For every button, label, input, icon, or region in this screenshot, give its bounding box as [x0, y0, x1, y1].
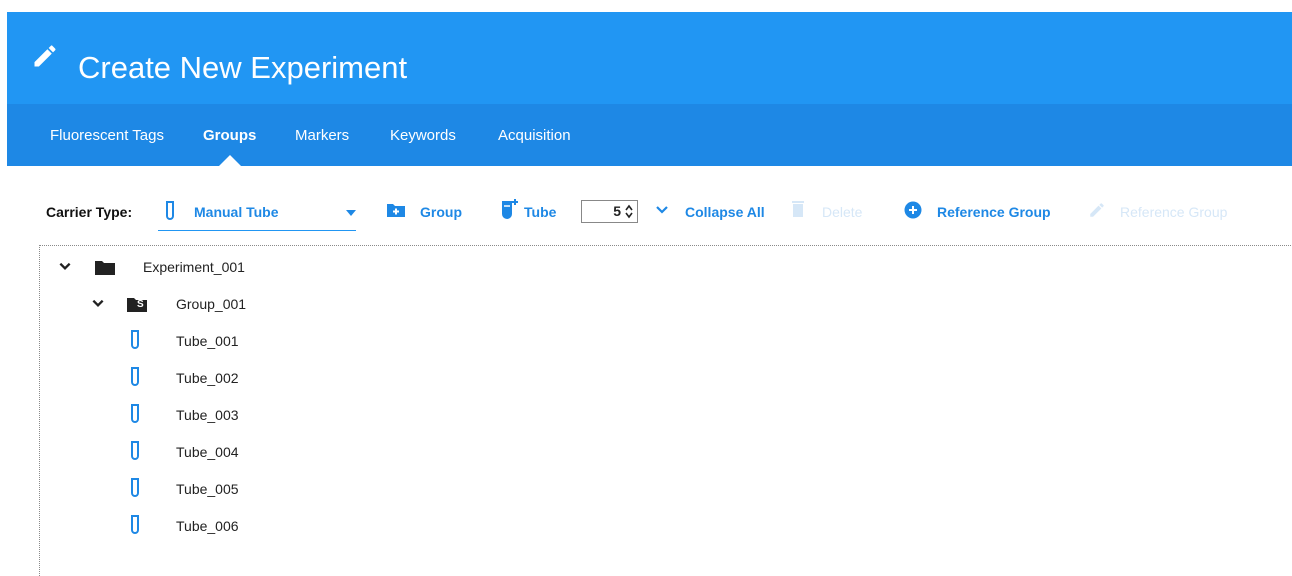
tab-groups[interactable]: Groups [203, 127, 256, 144]
tube-count-stepper[interactable]: 5 [581, 200, 638, 223]
tree-node-group[interactable]: S Group_001 [91, 293, 311, 317]
experiment-tree: Experiment_001 S Group_001 Tube_001 Tube… [39, 245, 1292, 576]
tube-icon [131, 441, 139, 460]
tube-icon [131, 330, 139, 349]
chevron-down-icon[interactable] [91, 296, 105, 310]
edit-reference-group-label: Reference Group [1120, 204, 1228, 220]
tree-node-experiment[interactable]: Experiment_001 [58, 256, 298, 280]
tube-icon [131, 367, 139, 386]
tube-icon [131, 478, 139, 497]
group-badge: S [137, 299, 144, 310]
app-header: Create New Experiment [7, 12, 1292, 104]
tube-icon [166, 201, 174, 220]
tree-node-tube[interactable]: Tube_002 [129, 367, 289, 391]
tab-acquisition[interactable]: Acquisition [498, 127, 571, 144]
chevron-down-icon[interactable] [58, 259, 72, 273]
tube-name: Tube_005 [176, 481, 239, 497]
tube-name: Tube_006 [176, 518, 239, 534]
dropdown-arrow-icon [346, 210, 356, 216]
tube-plus-icon [502, 199, 518, 219]
add-reference-group-label: Reference Group [937, 204, 1051, 220]
add-group-button[interactable]: Group [386, 202, 466, 222]
tree-node-tube[interactable]: Tube_005 [129, 478, 289, 502]
folder-plus-icon [387, 204, 405, 217]
spinner-arrows-icon[interactable] [625, 204, 633, 219]
tree-node-tube[interactable]: Tube_006 [129, 515, 289, 539]
tube-icon [131, 404, 139, 423]
chevron-down-icon [656, 206, 668, 214]
tube-name: Tube_003 [176, 407, 239, 423]
tree-node-tube[interactable]: Tube_001 [129, 330, 289, 354]
tube-name: Tube_004 [176, 444, 239, 460]
group-name: Group_001 [176, 296, 247, 312]
add-tube-button[interactable]: Tube [501, 199, 567, 222]
carrier-type-select[interactable]: Manual Tube [158, 196, 356, 231]
tab-keywords[interactable]: Keywords [390, 127, 456, 144]
page-title: Create New Experiment [78, 50, 408, 85]
active-tab-indicator [219, 155, 241, 166]
tube-name: Tube_001 [176, 333, 239, 349]
delete-button[interactable]: Delete [792, 201, 868, 222]
add-group-label: Group [420, 204, 462, 220]
tab-bar: Fluorescent Tags Groups Markers Keywords… [7, 104, 1292, 166]
tree-node-tube[interactable]: Tube_004 [129, 441, 289, 465]
add-reference-group-button[interactable]: Reference Group [904, 201, 1054, 222]
pencil-icon [1090, 203, 1104, 217]
tab-fluorescent-tags[interactable]: Fluorescent Tags [50, 127, 164, 144]
collapse-all-label: Collapse All [685, 204, 765, 220]
trash-icon [792, 201, 804, 217]
plus-circle-icon [904, 201, 922, 219]
pencil-icon [34, 45, 56, 67]
edit-reference-group-button[interactable]: Reference Group [1088, 202, 1238, 222]
add-tube-label: Tube [524, 204, 557, 220]
folder-icon [95, 261, 115, 275]
tube-icon [131, 515, 139, 534]
carrier-type-value: Manual Tube [194, 204, 279, 220]
toolbar: Carrier Type: Manual Tube Group Tube Col… [0, 190, 1292, 234]
tube-count-value: 5 [613, 203, 621, 219]
delete-label: Delete [822, 204, 863, 220]
tab-markers[interactable]: Markers [295, 127, 349, 144]
tube-name: Tube_002 [176, 370, 239, 386]
collapse-all-button[interactable]: Collapse All [656, 202, 766, 222]
tree-node-tube[interactable]: Tube_003 [129, 404, 289, 428]
experiment-name: Experiment_001 [143, 259, 245, 275]
carrier-type-label: Carrier Type: [46, 204, 133, 220]
